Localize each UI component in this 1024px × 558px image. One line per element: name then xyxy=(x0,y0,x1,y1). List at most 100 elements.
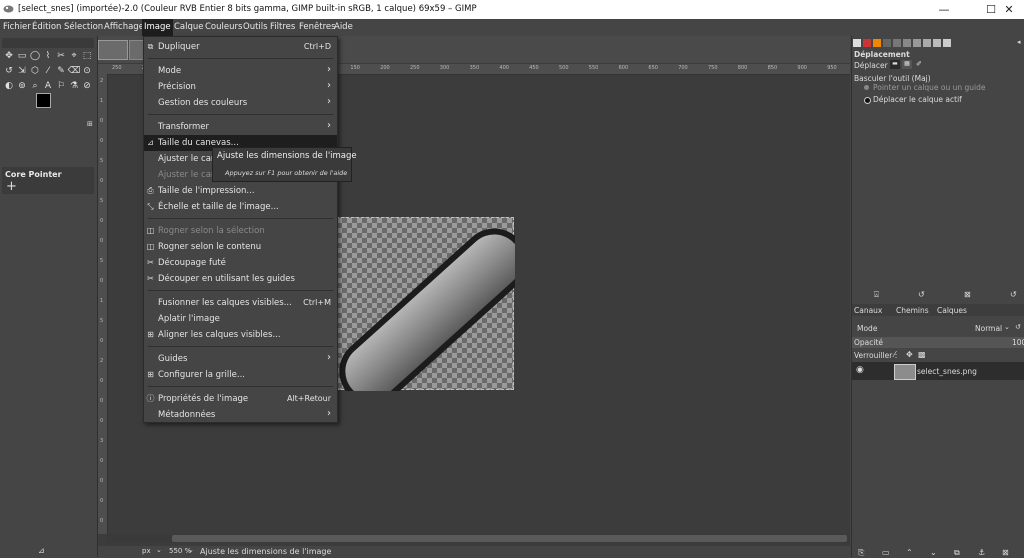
tool-icon[interactable]: ⌫ xyxy=(67,65,81,78)
menu-affichage[interactable]: Affichage xyxy=(102,19,146,36)
tool-icon[interactable]: ⁄ xyxy=(41,65,55,78)
eye-icon[interactable]: ◉ xyxy=(856,365,864,375)
raise-layer-icon[interactable]: ⌃ xyxy=(906,548,913,557)
image-tab-thumbnail-1[interactable] xyxy=(98,40,128,60)
opacity-slider[interactable]: Opacité 100 xyxy=(852,337,1024,348)
menu-fichier[interactable]: Fichier xyxy=(1,19,33,36)
menu-outils[interactable]: Outils xyxy=(241,19,270,36)
menu-edition[interactable]: Édition xyxy=(30,19,63,36)
delete-options-icon[interactable]: ⊠ xyxy=(964,290,971,299)
layer-name[interactable]: select_snes.png xyxy=(917,367,977,376)
menu-item[interactable]: ⤡ Échelle et taille de l'image... xyxy=(144,199,337,215)
tool-icon[interactable]: ⊙ xyxy=(80,65,94,78)
menu-item[interactable]: ⎙ Taille de l'impression... xyxy=(144,183,337,199)
menu-calque[interactable]: Calque xyxy=(172,19,206,36)
tool-icon[interactable]: ◐ xyxy=(2,80,16,93)
dock-tab-icon[interactable] xyxy=(873,39,881,47)
tool-icon[interactable]: ⊚ xyxy=(15,80,29,93)
tool-icon[interactable]: ⌖ xyxy=(67,50,81,63)
new-group-icon[interactable]: ▭ xyxy=(882,548,890,557)
layer-row[interactable]: ◉ select_snes.png xyxy=(852,362,1024,380)
menu-item[interactable]: Précision › xyxy=(144,79,337,95)
mode-value[interactable]: Normal xyxy=(975,324,1002,333)
dock-tab-icon[interactable] xyxy=(943,39,951,47)
tool-icon[interactable]: ⚗ xyxy=(67,80,81,93)
menu-item[interactable]: Transformer › xyxy=(144,119,337,135)
dock-tab-icon[interactable] xyxy=(863,39,871,47)
menu-item[interactable]: Métadonnées › xyxy=(144,407,337,423)
move-selection-icon[interactable]: ▦ xyxy=(902,60,912,69)
close-button[interactable]: ✕ xyxy=(994,2,1024,17)
chevron-down-icon[interactable]: ⌄ xyxy=(1004,323,1010,331)
radio-move-active[interactable] xyxy=(864,97,871,104)
mode-reset-icon[interactable]: ↺ xyxy=(1015,323,1021,331)
tool-icon[interactable]: ⇲ xyxy=(15,65,29,78)
tool-icon[interactable]: ✂ xyxy=(54,50,68,63)
dock-tab-icon[interactable] xyxy=(883,39,891,47)
menu-aide[interactable]: Aide xyxy=(332,19,355,36)
tool-icon[interactable]: ✎ xyxy=(54,65,68,78)
menu-item[interactable]: ✂ Découpage futé xyxy=(144,255,337,271)
dock-tab-icon[interactable] xyxy=(933,39,941,47)
move-active-option[interactable]: Déplacer le calque actif xyxy=(873,95,962,104)
foreground-color-swatch[interactable] xyxy=(36,93,51,108)
dock-tab-icon[interactable] xyxy=(893,39,901,47)
menu-filtres[interactable]: Filtres xyxy=(268,19,297,36)
dock-tab-icon[interactable] xyxy=(923,39,931,47)
tool-icon[interactable]: ↺ xyxy=(2,65,16,78)
lock-pixels-icon[interactable]: ⁄ xyxy=(894,350,895,359)
menu-item[interactable]: ✂ Découper en utilisant les guides xyxy=(144,271,337,287)
move-layer-icon[interactable]: ▬ xyxy=(890,60,900,69)
tool-icon[interactable]: ⬚ xyxy=(80,50,94,63)
tool-icon[interactable]: ▭ xyxy=(15,50,29,63)
tool-icon[interactable]: ⌕ xyxy=(28,80,42,93)
menu-item[interactable]: Gestion des couleurs › xyxy=(144,95,337,111)
delete-layer-icon[interactable]: ⊠ xyxy=(1002,548,1009,557)
tool-icon[interactable]: ✥ xyxy=(2,50,16,63)
save-options-icon[interactable]: ⍓ xyxy=(874,290,879,300)
menu-image[interactable]: Image xyxy=(142,19,173,36)
lock-alpha-icon[interactable]: ▩ xyxy=(918,350,926,359)
tab-channels[interactable]: Canaux xyxy=(854,306,882,315)
menu-item[interactable]: ◫ Rogner selon le contenu xyxy=(144,239,337,255)
menu-item[interactable]: Aplatir l'image xyxy=(144,311,337,327)
menu-item[interactable]: ⊞ Configurer la grille... xyxy=(144,367,337,383)
tool-icon[interactable]: ⌇ xyxy=(41,50,55,63)
unit-selector[interactable]: px xyxy=(142,547,151,555)
lower-layer-icon[interactable]: ⌄ xyxy=(930,548,937,557)
menu-item[interactable]: ⊞ Aligner les calques visibles... xyxy=(144,327,337,343)
toolbox-reset-icon[interactable]: ⊿ xyxy=(38,546,45,555)
tool-icon[interactable]: A xyxy=(41,80,55,93)
dock-tab-icon[interactable] xyxy=(853,39,861,47)
pick-layer-option[interactable]: Pointer un calque ou un guide xyxy=(873,83,986,92)
chevron-down-icon[interactable]: ⌄ xyxy=(188,546,194,554)
chevron-down-icon[interactable]: ⌄ xyxy=(156,546,162,554)
minimize-button[interactable]: — xyxy=(929,2,959,17)
dock-tab-icon[interactable] xyxy=(903,39,911,47)
dock-menu-icon[interactable]: ◂ xyxy=(1017,38,1021,46)
image-canvas[interactable] xyxy=(336,217,515,391)
tool-icon[interactable]: ⚐ xyxy=(54,80,68,93)
reset-options-icon[interactable]: ↺ xyxy=(1010,290,1017,299)
menu-item[interactable]: Fusionner les calques visibles... Ctrl+M xyxy=(144,295,337,311)
tool-icon[interactable]: ◯ xyxy=(28,50,42,63)
menu-item[interactable]: ⓘ Propriétés de l'image Alt+Retour xyxy=(144,391,337,407)
menu-item[interactable]: Guides › xyxy=(144,351,337,367)
menu-item[interactable]: Mode › xyxy=(144,63,337,79)
vertical-ruler[interactable]: 2 1 0 0 5 0 5 0 0 5 0 1 5 0 2 0 0 0 3 0 0 0 0 xyxy=(98,74,108,534)
move-path-icon[interactable]: ✐ xyxy=(914,60,924,69)
toolbox-menu-icon[interactable]: ⊞ xyxy=(87,120,93,128)
tab-layers[interactable]: Calques xyxy=(937,306,967,315)
tab-paths[interactable]: Chemins xyxy=(896,306,929,315)
tool-icon[interactable]: ⬡ xyxy=(28,65,42,78)
anchor-layer-icon[interactable]: ⚓ xyxy=(978,548,985,557)
lock-position-icon[interactable]: ✥ xyxy=(906,350,913,359)
tool-icon[interactable]: ⊘ xyxy=(80,80,94,93)
scrollbar-thumb[interactable] xyxy=(172,535,847,542)
radio-pick-layer[interactable] xyxy=(864,85,869,90)
horizontal-scrollbar[interactable] xyxy=(107,534,850,543)
dock-tab-icon[interactable] xyxy=(913,39,921,47)
menu-item[interactable]: ⧉ Dupliquer Ctrl+D xyxy=(144,39,337,55)
restore-options-icon[interactable]: ↺ xyxy=(918,290,925,299)
menu-selection[interactable]: Sélection xyxy=(62,19,105,36)
